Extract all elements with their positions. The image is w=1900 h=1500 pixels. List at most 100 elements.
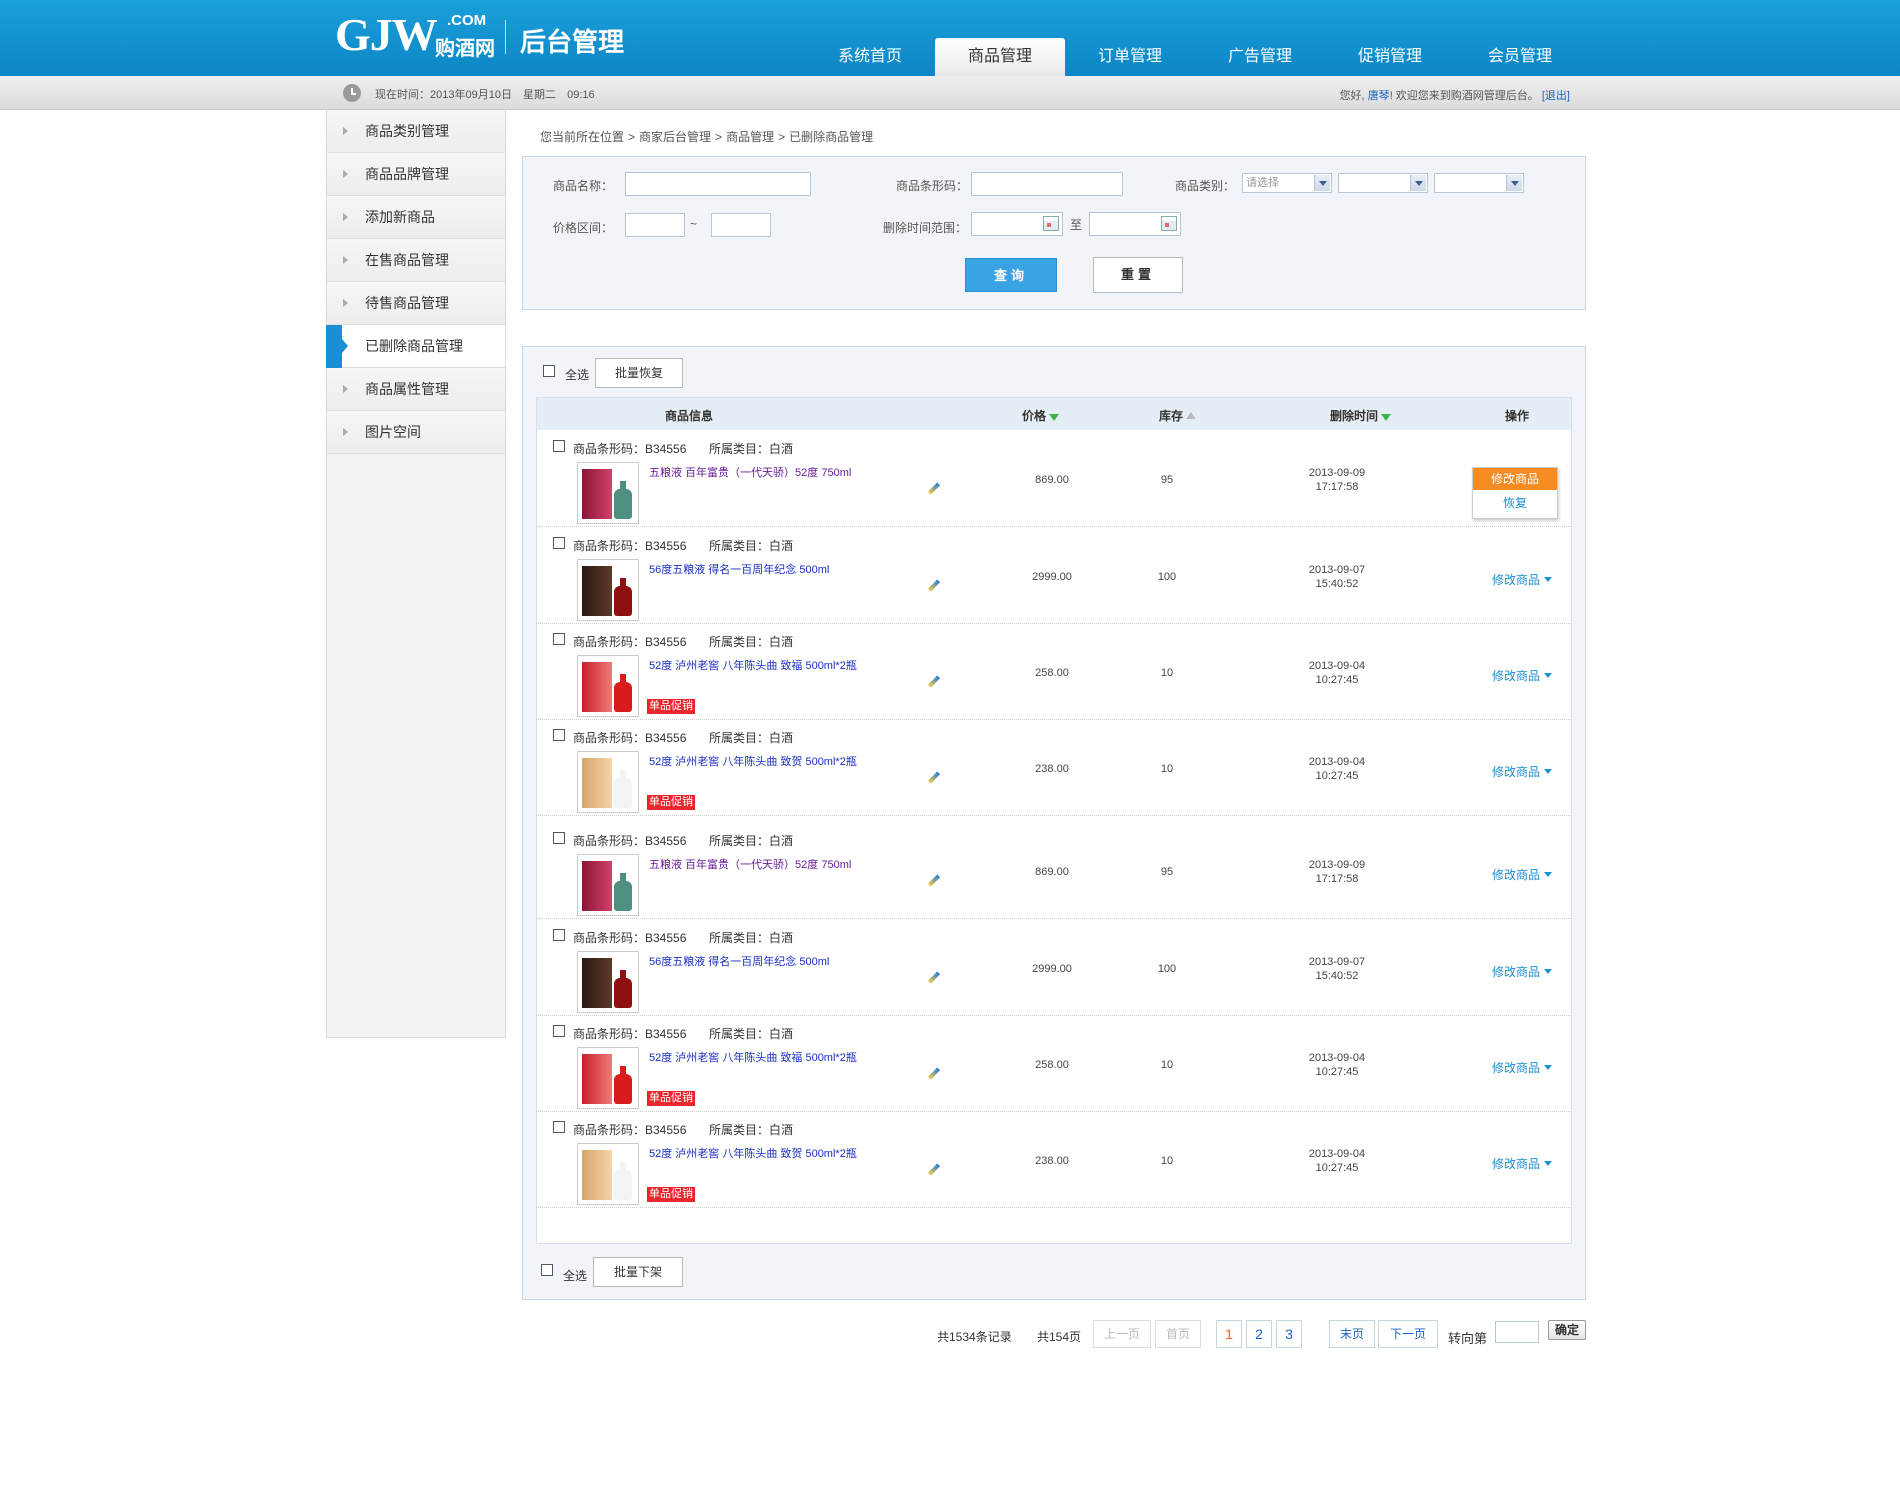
batch-offshelf-button[interactable]: 批量下架 (593, 1257, 683, 1287)
product-name-link[interactable]: 52度 泸州老窖 八年陈头曲 致福 500ml*2瓶 (649, 1049, 857, 1065)
pencil-icon[interactable] (927, 771, 941, 785)
sidebar-item-0[interactable]: 商品类别管理 (327, 110, 505, 153)
category-select-3[interactable] (1434, 173, 1524, 193)
goto-page-input[interactable] (1495, 1321, 1539, 1343)
product-thumbnail[interactable] (577, 751, 639, 813)
barcode-input[interactable] (971, 172, 1123, 196)
barcode-text: 商品条形码：B34556 (573, 442, 687, 456)
product-thumbnail[interactable] (577, 951, 639, 1013)
row-checkbox[interactable] (553, 929, 565, 941)
header-delete-time[interactable]: 删除时间 (1330, 407, 1392, 424)
chevron-right-icon (343, 299, 348, 307)
product-thumbnail[interactable] (577, 1047, 639, 1109)
nav-tab-4[interactable]: 促销管理 (1325, 38, 1455, 76)
header-price[interactable]: 价格 (1022, 407, 1060, 424)
category-select-1[interactable]: 请选择 (1242, 173, 1332, 193)
product-box-image (582, 958, 612, 1008)
reset-button[interactable]: 重置 (1093, 257, 1183, 293)
pencil-icon[interactable] (927, 482, 941, 496)
product-name-link[interactable]: 五粮液 百年富贵（一代天骄）52度 750ml (649, 856, 851, 872)
row-checkbox[interactable] (553, 1121, 565, 1133)
pencil-icon[interactable] (927, 579, 941, 593)
edit-product-dropdown[interactable]: 修改商品 (1492, 763, 1553, 780)
pagination: 共1534条记录 共154页 上一页 首页 123 末页 下一页 转向第 确定 (0, 1320, 1900, 1350)
nav-tab-1[interactable]: 商品管理 (935, 38, 1065, 76)
product-name-input[interactable] (625, 172, 811, 196)
product-name-link[interactable]: 52度 泸州老窖 八年陈头曲 致贺 500ml*2瓶 (649, 1145, 857, 1161)
username-link[interactable]: 唐琴 (1368, 90, 1390, 102)
menu-edit-product[interactable]: 修改商品 (1473, 468, 1557, 490)
product-thumbnail[interactable] (577, 854, 639, 916)
page-number-3[interactable]: 3 (1276, 1320, 1302, 1348)
price-min-input[interactable] (625, 213, 685, 237)
row-checkbox[interactable] (553, 832, 565, 844)
sidebar-item-1[interactable]: 商品品牌管理 (327, 153, 505, 196)
row-checkbox[interactable] (553, 440, 565, 452)
pencil-icon[interactable] (927, 971, 941, 985)
delete-time-start-input[interactable] (971, 212, 1063, 236)
calendar-icon[interactable] (1043, 216, 1059, 231)
prev-page-button[interactable]: 上一页 (1093, 1320, 1151, 1348)
last-page-button[interactable]: 末页 (1329, 1320, 1375, 1348)
query-button[interactable]: 查询 (965, 258, 1057, 292)
edit-product-dropdown[interactable]: 修改商品 (1492, 1059, 1553, 1076)
weekday-text: 星期二 (523, 89, 557, 101)
delete-time-end-input[interactable] (1089, 212, 1181, 236)
logout-link[interactable]: [退出] (1542, 90, 1570, 102)
product-name-link[interactable]: 52度 泸州老窖 八年陈头曲 致福 500ml*2瓶 (649, 657, 857, 673)
page-number-2[interactable]: 2 (1246, 1320, 1272, 1348)
next-page-button[interactable]: 下一页 (1378, 1320, 1438, 1348)
row-checkbox[interactable] (553, 729, 565, 741)
pencil-icon[interactable] (927, 1163, 941, 1177)
nav-tab-2[interactable]: 订单管理 (1065, 38, 1195, 76)
product-name-link[interactable]: 56度五粮液 得名一百周年纪念 500ml (649, 561, 829, 577)
header-stock[interactable]: 库存 (1159, 407, 1197, 424)
breadcrumb-item[interactable]: 商家后台管理 (639, 130, 711, 144)
page-number-1[interactable]: 1 (1216, 1320, 1242, 1348)
delete-time: 2013-09-09 17:17:58 (1287, 466, 1387, 494)
product-thumbnail[interactable] (577, 559, 639, 621)
select-all-checkbox-top[interactable] (543, 365, 555, 377)
edit-product-dropdown[interactable]: 修改商品 (1492, 1155, 1553, 1172)
chevron-down-icon (1544, 1161, 1553, 1166)
row-checkbox[interactable] (553, 537, 565, 549)
product-name-link[interactable]: 56度五粮液 得名一百周年纪念 500ml (649, 953, 829, 969)
delete-time: 2013-09-04 10:27:45 (1287, 1051, 1387, 1079)
select-all-checkbox-bottom[interactable] (541, 1264, 553, 1276)
site-logo[interactable]: GJW .COM 购酒网 (335, 10, 495, 61)
delete-time: 2013-09-04 10:27:45 (1287, 659, 1387, 687)
edit-product-dropdown[interactable]: 修改商品 (1492, 866, 1553, 883)
goto-confirm-button[interactable]: 确定 (1548, 1320, 1586, 1340)
product-name-link[interactable]: 52度 泸州老窖 八年陈头曲 致贺 500ml*2瓶 (649, 753, 857, 769)
pencil-icon[interactable] (927, 874, 941, 888)
current-time: 现在时间：2013年09月10日 星期二 09:16 (375, 86, 603, 102)
sidebar-item-6[interactable]: 商品属性管理 (327, 368, 505, 411)
sidebar-item-7[interactable]: 图片空间 (327, 411, 505, 454)
product-thumbnail[interactable] (577, 462, 639, 524)
sidebar-item-3[interactable]: 在售商品管理 (327, 239, 505, 282)
pencil-icon[interactable] (927, 675, 941, 689)
nav-tab-3[interactable]: 广告管理 (1195, 38, 1325, 76)
sidebar-item-2[interactable]: 添加新商品 (327, 196, 505, 239)
row-checkbox[interactable] (553, 1025, 565, 1037)
nav-tab-5[interactable]: 会员管理 (1455, 38, 1585, 76)
edit-product-dropdown[interactable]: 修改商品 (1492, 667, 1553, 684)
sidebar-item-5[interactable]: 已删除商品管理 (326, 325, 505, 368)
product-name-link[interactable]: 五粮液 百年富贵（一代天骄）52度 750ml (649, 464, 851, 480)
row-checkbox[interactable] (553, 633, 565, 645)
table-row: 商品条形码：B34556 所属类目：白酒 52度 泸州老窖 八年陈头曲 致福 500… (537, 1015, 1571, 1112)
category-select-2[interactable] (1338, 173, 1428, 193)
pencil-icon[interactable] (927, 1067, 941, 1081)
price-max-input[interactable] (711, 213, 771, 237)
calendar-icon[interactable] (1161, 216, 1177, 231)
batch-restore-button[interactable]: 批量恢复 (595, 358, 683, 388)
edit-product-dropdown[interactable]: 修改商品 (1492, 571, 1553, 588)
edit-product-dropdown[interactable]: 修改商品 (1492, 963, 1553, 980)
sidebar-item-4[interactable]: 待售商品管理 (327, 282, 505, 325)
product-thumbnail[interactable] (577, 655, 639, 717)
breadcrumb-item[interactable]: 商品管理 (726, 130, 774, 144)
first-page-button[interactable]: 首页 (1155, 1320, 1201, 1348)
menu-restore[interactable]: 恢复 (1473, 490, 1557, 516)
nav-tab-0[interactable]: 系统首页 (805, 38, 935, 76)
product-thumbnail[interactable] (577, 1143, 639, 1205)
